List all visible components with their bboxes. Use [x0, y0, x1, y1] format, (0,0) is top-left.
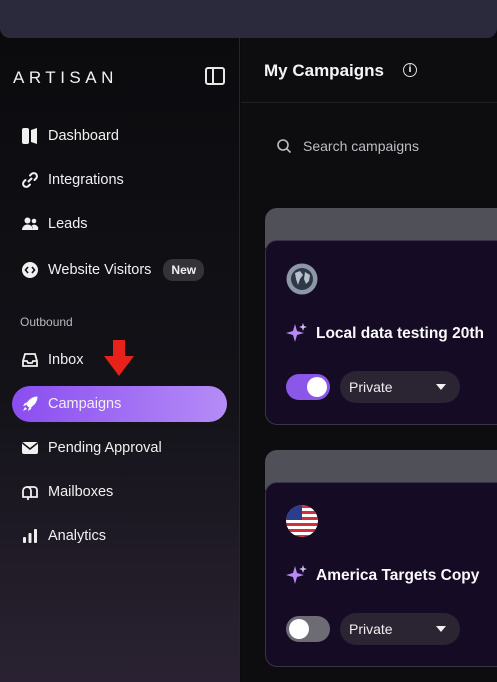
globe-icon [286, 263, 318, 295]
sidebar-item-label: Mailboxes [48, 484, 114, 500]
campaign-name[interactable]: Local data testing 20th [286, 323, 484, 345]
users-icon [20, 214, 40, 234]
visibility-select[interactable]: Private [340, 613, 460, 645]
sidebar-item-label: Analytics [48, 528, 107, 544]
mail-icon [20, 438, 40, 458]
info-icon[interactable]: i [403, 63, 417, 77]
sparkle-icon [286, 565, 307, 584]
sidebar-item-analytics[interactable]: Analytics [12, 518, 227, 554]
sidebar-item-label: Website Visitors [48, 262, 152, 278]
main-content: My Campaigns i Search campaigns Local da… [241, 38, 497, 682]
us-flag-icon [286, 505, 318, 537]
sidebar-item-pending-approval[interactable]: Pending Approval [12, 430, 227, 466]
sidebar-item-label: Integrations [48, 172, 124, 188]
top-bar [0, 0, 497, 38]
sidebar-item-label: Inbox [48, 352, 84, 368]
sidebar-item-dashboard[interactable]: Dashboard [12, 118, 227, 154]
sidebar-item-campaigns[interactable]: Campaigns [12, 386, 227, 422]
inbox-icon [20, 350, 40, 370]
sidebar-item-label: Leads [48, 216, 88, 232]
chevron-down-icon [436, 626, 446, 632]
sidebar-item-integrations[interactable]: Integrations [12, 162, 227, 198]
sidebar: ARTISAN Dashboard Integrations Leads Web… [0, 38, 240, 682]
new-badge: New [163, 259, 205, 281]
campaign-card[interactable]: America Targets Copy Private [265, 482, 497, 667]
campaign-card[interactable]: Local data testing 20th Private [265, 240, 497, 425]
sidebar-item-label: Pending Approval [48, 440, 162, 456]
annotation-arrow-icon [104, 340, 134, 376]
search-input[interactable]: Search campaigns [303, 138, 419, 154]
campaign-enable-toggle[interactable] [286, 616, 330, 642]
sparkle-icon [286, 323, 307, 342]
search-bar[interactable]: Search campaigns [276, 138, 419, 154]
visibility-select[interactable]: Private [340, 371, 460, 403]
sidebar-item-label: Dashboard [48, 128, 119, 144]
chevron-down-icon [436, 384, 446, 390]
sidebar-toggle-icon[interactable] [205, 67, 225, 85]
sidebar-item-mailboxes[interactable]: Mailboxes [12, 474, 227, 510]
brand-logo[interactable]: ARTISAN [13, 68, 118, 88]
section-label-outbound: Outbound [20, 315, 73, 329]
campaign-name[interactable]: America Targets Copy [286, 565, 479, 587]
sidebar-item-website-visitors[interactable]: Website Visitors New [12, 252, 227, 288]
code-icon [20, 260, 40, 280]
mailbox-icon [20, 482, 40, 502]
campaign-enable-toggle[interactable] [286, 374, 330, 400]
sidebar-item-label: Campaigns [48, 396, 122, 412]
link-icon [20, 170, 40, 190]
sidebar-item-leads[interactable]: Leads [12, 206, 227, 242]
page-title: My Campaigns [264, 61, 384, 80]
rocket-icon [20, 394, 40, 414]
dashboard-icon [20, 126, 40, 146]
bar-chart-icon [20, 526, 40, 546]
page-header: My Campaigns i [241, 38, 497, 103]
search-icon [277, 139, 292, 154]
